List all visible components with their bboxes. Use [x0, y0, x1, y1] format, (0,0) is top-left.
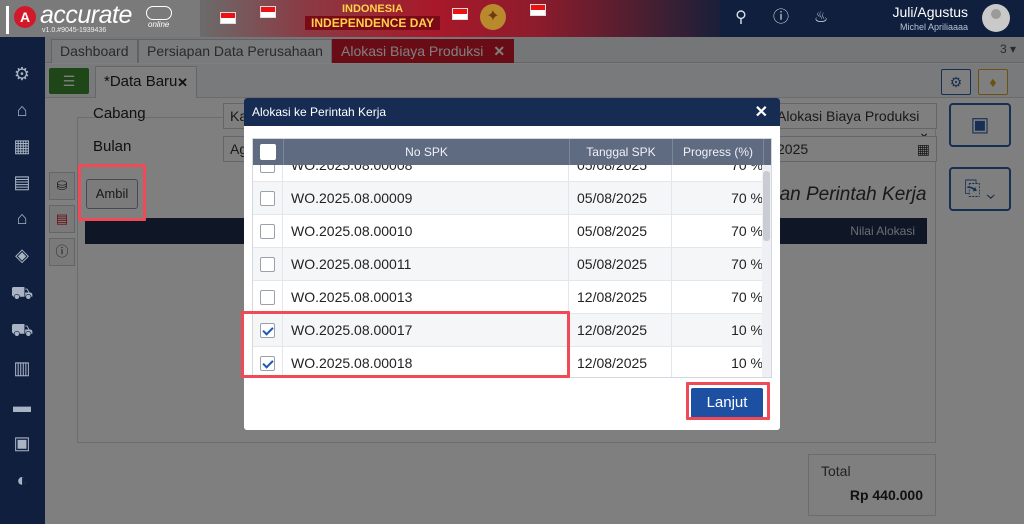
tax-icon[interactable]: ▣	[9, 430, 35, 456]
row-checkbox[interactable]	[260, 290, 275, 305]
row-progress: 10 %	[731, 322, 763, 338]
book-icon[interactable]: ▤	[9, 169, 35, 195]
col-tanggal-spk[interactable]: Tanggal SPK	[570, 139, 673, 165]
institution-icon[interactable]: ⌂	[9, 205, 35, 231]
flag-icon	[260, 6, 276, 18]
accurate-logo-icon: A	[14, 6, 36, 28]
flag-icon	[530, 4, 546, 16]
table-row[interactable]: WO.2025.08.00010 05/08/2025 70 %	[253, 215, 771, 248]
table-row[interactable]: WO.2025.08.00011 05/08/2025 70 %	[253, 248, 771, 281]
col-no-spk[interactable]: No SPK	[284, 139, 570, 165]
select-all-checkbox[interactable]	[260, 144, 276, 160]
table-row[interactable]: WO.2025.08.00009 05/08/2025 70 %	[253, 182, 771, 215]
logo-text: accurate	[40, 1, 132, 29]
alokasi-dialog: Alokasi ke Perintah Kerja ✕ WO.2025.08.0…	[244, 98, 780, 430]
row-checkbox[interactable]	[260, 224, 275, 239]
row-tanggal: 05/08/2025	[570, 215, 672, 248]
row-progress: 70 %	[731, 190, 763, 206]
cloud-icon	[146, 6, 172, 20]
row-checkbox[interactable]	[260, 191, 275, 206]
row-no-spk: WO.2025.08.00011	[284, 248, 569, 281]
garuda-emblem-icon: ✦	[480, 4, 506, 30]
row-no-spk: WO.2025.08.00009	[284, 182, 569, 215]
row-progress: 70 %	[731, 223, 763, 239]
warehouse-icon[interactable]: ▥	[9, 355, 35, 381]
search-icon[interactable]: ⚲	[731, 8, 751, 28]
highlight-ambil	[78, 164, 146, 221]
app-version: v1.0.#9045-1939436	[42, 27, 107, 34]
logo-divider	[6, 6, 9, 34]
money-bag-icon[interactable]: ◈	[9, 242, 35, 268]
bell-icon[interactable]: ♨	[811, 8, 831, 28]
row-tanggal: 05/08/2025	[570, 182, 672, 215]
user-period[interactable]: Juli/Agustus	[893, 4, 968, 20]
close-icon[interactable]: ✕	[755, 102, 768, 122]
factory-icon[interactable]: ▬	[9, 393, 35, 419]
row-tanggal: 12/08/2025	[570, 314, 672, 347]
row-tanggal: 12/08/2025	[570, 281, 672, 314]
flag-icon	[220, 12, 236, 24]
spk-table-header: No SPK Tanggal SPK Progress (%)	[253, 139, 771, 165]
row-checkbox[interactable]	[260, 257, 275, 272]
row-no-spk: WO.2025.08.00013	[284, 281, 569, 314]
independence-banner: INDONESIA INDEPENDENCE DAY ✦	[200, 0, 720, 37]
row-progress: 70 %	[731, 256, 763, 272]
table-row[interactable]: WO.2025.08.00013 12/08/2025 70 %	[253, 281, 771, 314]
report-icon[interactable]: ◐	[9, 467, 35, 493]
row-checkbox-cell	[253, 248, 283, 281]
flag-icon	[452, 8, 468, 20]
row-checkbox-cell	[253, 281, 283, 314]
help-icon[interactable]: ⓘ	[771, 8, 791, 28]
user-name: Michel Apriliaaaa	[899, 22, 968, 32]
banner-line1: INDONESIA	[341, 3, 404, 15]
select-all-cell	[253, 139, 284, 165]
col-progress[interactable]: Progress (%)	[673, 139, 764, 165]
avatar[interactable]	[982, 4, 1010, 32]
bank-icon[interactable]: ⌂	[9, 97, 35, 123]
row-checkbox-cell	[253, 215, 283, 248]
row-tanggal: 05/08/2025	[570, 248, 672, 281]
sales-cart-icon[interactable]: ⛟	[9, 317, 35, 343]
gear-icon[interactable]: ⚙	[9, 61, 35, 87]
dialog-header: Alokasi ke Perintah Kerja ✕	[244, 98, 780, 126]
cart-icon[interactable]: ⛟	[9, 280, 35, 306]
banner-title: INDONESIA INDEPENDENCE DAY	[305, 2, 440, 30]
dialog-title: Alokasi ke Perintah Kerja	[252, 105, 387, 119]
banner-line2: INDEPENDENCE DAY	[305, 16, 440, 30]
scroll-thumb[interactable]	[763, 171, 770, 241]
row-progress: 10 %	[731, 355, 763, 371]
table-scrollbar[interactable]	[762, 165, 771, 377]
row-tanggal: 12/08/2025	[570, 347, 672, 377]
sidebar: ⚙ ⌂ ▦ ▤ ⌂ ◈ ⛟ ⛟ ▥ ▬ ▣ ◐	[0, 37, 45, 524]
row-checkbox-cell	[253, 182, 283, 215]
top-bar: A accurate online v1.0.#9045-1939436 IND…	[0, 0, 1024, 37]
logo-online-text: online	[148, 20, 170, 29]
logo-area: A accurate online v1.0.#9045-1939436	[0, 0, 200, 37]
highlight-lanjut	[686, 382, 770, 420]
row-progress: 70 %	[731, 289, 763, 305]
building-icon[interactable]: ▦	[9, 133, 35, 159]
highlight-selected-rows	[241, 311, 570, 378]
row-no-spk: WO.2025.08.00010	[284, 215, 569, 248]
